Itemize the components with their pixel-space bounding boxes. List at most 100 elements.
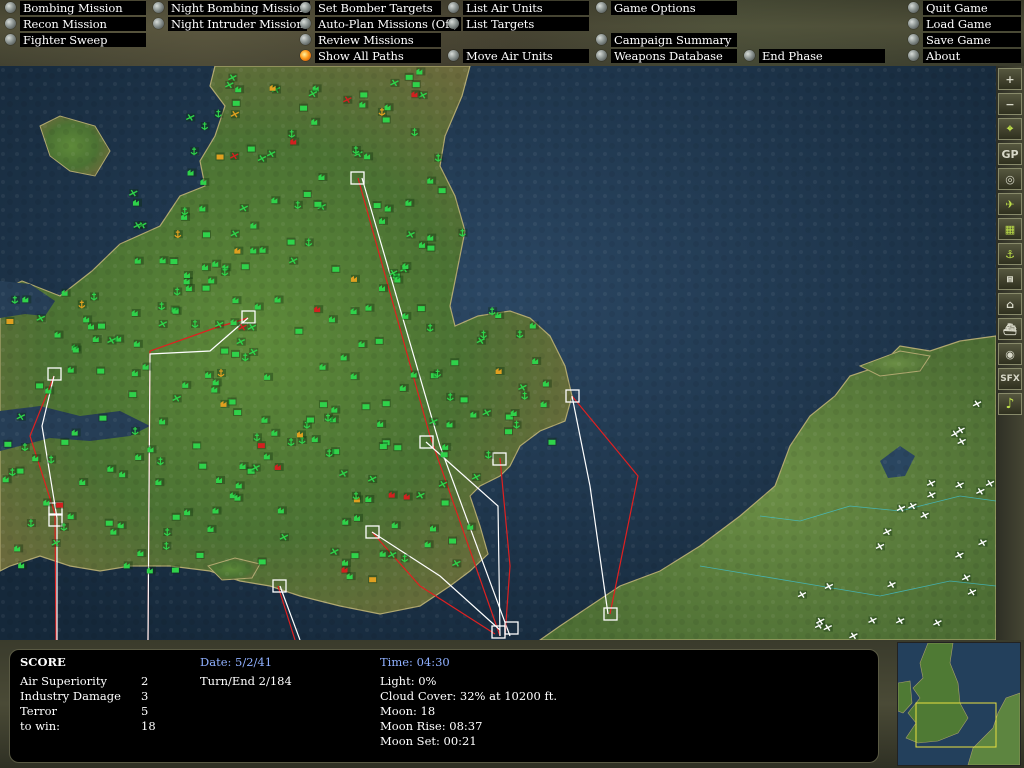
factory-icon[interactable]	[107, 464, 117, 473]
depot-icon[interactable]	[374, 336, 384, 345]
factory-icon[interactable]	[32, 454, 42, 463]
depot-icon[interactable]	[128, 390, 138, 399]
depot-icon[interactable]	[368, 575, 378, 584]
airfield-icon[interactable]	[429, 417, 439, 426]
map-canvas[interactable]	[0, 66, 996, 640]
depot-icon[interactable]	[437, 186, 447, 195]
airfield-icon[interactable]	[956, 426, 966, 435]
factory-icon[interactable]	[416, 67, 426, 76]
port-icon[interactable]	[433, 369, 443, 378]
airfield-icon[interactable]	[367, 475, 378, 484]
depot-icon[interactable]	[439, 450, 449, 459]
port-icon[interactable]	[293, 200, 303, 209]
port-icon[interactable]	[156, 457, 166, 466]
airfield-icon[interactable]	[961, 573, 972, 582]
port-icon[interactable]	[488, 307, 498, 316]
factory-icon[interactable]	[379, 284, 389, 293]
airfield-icon[interactable]	[452, 559, 462, 568]
port-icon[interactable]	[520, 391, 530, 400]
depot-icon[interactable]	[459, 395, 469, 404]
depot-icon[interactable]	[195, 550, 205, 559]
load-game-button[interactable]: Load Game	[905, 16, 1021, 31]
factory-icon[interactable]	[429, 524, 439, 533]
depot-icon[interactable]	[547, 437, 557, 446]
depot-icon[interactable]	[220, 346, 230, 355]
airfield-icon[interactable]	[36, 314, 46, 323]
factory-icon[interactable]	[131, 369, 141, 378]
depot-icon[interactable]	[381, 399, 391, 408]
port-icon[interactable]	[162, 541, 172, 550]
port-icon[interactable]	[20, 443, 30, 452]
airfield-icon[interactable]	[416, 491, 426, 500]
depot-icon[interactable]	[35, 381, 45, 390]
music-icon[interactable]: ♪	[998, 393, 1022, 415]
factory-icon[interactable]	[259, 245, 269, 254]
airfield-icon[interactable]	[288, 256, 299, 265]
factory-icon[interactable]	[147, 445, 157, 454]
factory-icon[interactable]	[146, 566, 156, 575]
depot-icon[interactable]	[98, 413, 108, 422]
port-icon[interactable]	[131, 426, 141, 435]
depot-icon[interactable]	[55, 500, 65, 509]
airfield-icon[interactable]	[247, 323, 257, 332]
factory-icon[interactable]	[123, 561, 133, 570]
port-icon[interactable]	[173, 287, 183, 296]
factory-icon[interactable]	[342, 558, 352, 567]
depot-icon[interactable]	[416, 304, 426, 313]
factory-icon[interactable]	[402, 311, 412, 320]
overview-minimap[interactable]	[897, 642, 1021, 766]
depot-icon[interactable]	[350, 551, 360, 560]
port-icon[interactable]: ⚓	[998, 243, 1022, 265]
factory-icon[interactable]	[328, 315, 338, 324]
depot-icon[interactable]	[426, 243, 436, 252]
radar-icon[interactable]: ◉	[998, 343, 1022, 365]
factory-icon[interactable]: ▦	[998, 218, 1022, 240]
factory-icon[interactable]	[235, 85, 245, 94]
airfield-icon[interactable]	[172, 394, 182, 403]
factory-icon[interactable]	[135, 453, 145, 462]
airfield-icon[interactable]	[955, 551, 965, 560]
factory-icon[interactable]	[79, 477, 89, 486]
airfield-icon[interactable]	[214, 320, 225, 329]
zoom-in-icon[interactable]: +	[998, 68, 1022, 90]
airfield-icon[interactable]	[985, 479, 995, 488]
factory-icon[interactable]	[235, 481, 245, 490]
airfield-icon[interactable]	[887, 580, 897, 589]
airfield-icon[interactable]	[107, 336, 117, 345]
airfield-icon[interactable]	[387, 550, 398, 559]
airfield-icon[interactable]	[185, 113, 196, 122]
factory-icon[interactable]	[133, 339, 143, 348]
factory-icon[interactable]	[232, 296, 242, 305]
depot-icon[interactable]	[331, 264, 341, 273]
port-icon[interactable]	[163, 527, 173, 536]
building-icon[interactable]: ⌂	[998, 293, 1022, 315]
factory-icon[interactable]	[350, 307, 360, 316]
depot-icon[interactable]	[201, 283, 211, 292]
depot-icon[interactable]	[96, 321, 106, 330]
factory-icon[interactable]	[540, 400, 550, 409]
factory-icon[interactable]	[185, 284, 195, 293]
port-icon[interactable]	[191, 319, 201, 328]
list-air-units-button[interactable]: List Air Units	[445, 0, 589, 15]
factory-icon[interactable]	[277, 506, 287, 515]
port-icon[interactable]	[26, 519, 36, 528]
port-icon[interactable]	[200, 122, 210, 131]
airfield-icon[interactable]	[908, 501, 918, 510]
factory-icon[interactable]	[402, 262, 412, 271]
factory-icon[interactable]	[83, 315, 93, 324]
airfield-icon[interactable]	[882, 527, 893, 536]
factory-icon[interactable]	[208, 276, 218, 285]
factory-icon[interactable]	[71, 428, 81, 437]
airfield-icon[interactable]	[230, 110, 240, 119]
factory-icon[interactable]	[388, 490, 398, 499]
review-missions-button[interactable]: Review Missions	[297, 32, 441, 47]
airfield-icon[interactable]	[933, 618, 943, 627]
fighter-sweep-button[interactable]: Fighter Sweep	[2, 32, 146, 47]
depot-icon[interactable]	[215, 152, 225, 161]
depot-icon[interactable]	[256, 441, 266, 450]
factory-icon[interactable]	[311, 435, 321, 444]
factory-icon[interactable]	[340, 353, 350, 362]
ship-icon[interactable]: ⛴	[998, 318, 1022, 340]
factory-icon[interactable]	[271, 428, 281, 437]
factory-icon[interactable]	[45, 386, 55, 395]
